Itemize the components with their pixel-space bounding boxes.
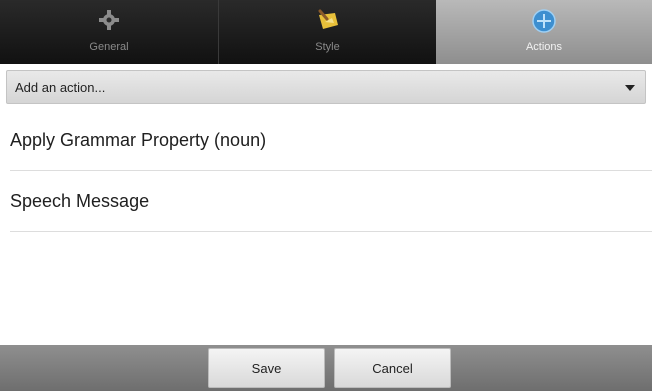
tab-general-label: General	[89, 41, 129, 53]
tab-actions[interactable]: Actions	[436, 0, 652, 64]
button-editor-dialog: General Style Actions Add an action... A…	[0, 0, 652, 391]
paint-brush-icon	[318, 9, 338, 29]
tab-bar: General Style Actions	[0, 0, 652, 64]
gear-icon	[99, 10, 119, 30]
add-action-dropdown-value: Add an action...	[15, 79, 106, 95]
cancel-button[interactable]: Cancel	[334, 348, 451, 388]
actions-globe-icon	[532, 9, 556, 33]
tab-style[interactable]: Style	[218, 0, 436, 64]
list-item[interactable]: Speech Message	[10, 171, 652, 232]
add-action-dropdown[interactable]: Add an action...	[6, 70, 646, 104]
action-list: Apply Grammar Property (noun) Speech Mes…	[10, 110, 652, 232]
button-bar: Save Cancel	[0, 345, 652, 391]
save-button[interactable]: Save	[208, 348, 325, 388]
tab-actions-label: Actions	[525, 41, 563, 53]
action-label: Apply Grammar Property (noun)	[10, 129, 267, 150]
tab-general[interactable]: General	[0, 0, 218, 64]
list-item[interactable]: Apply Grammar Property (noun)	[10, 110, 652, 171]
dropdown-arrow-icon	[625, 85, 635, 91]
tab-style-label: Style	[315, 41, 340, 53]
action-label: Speech Message	[10, 190, 150, 211]
